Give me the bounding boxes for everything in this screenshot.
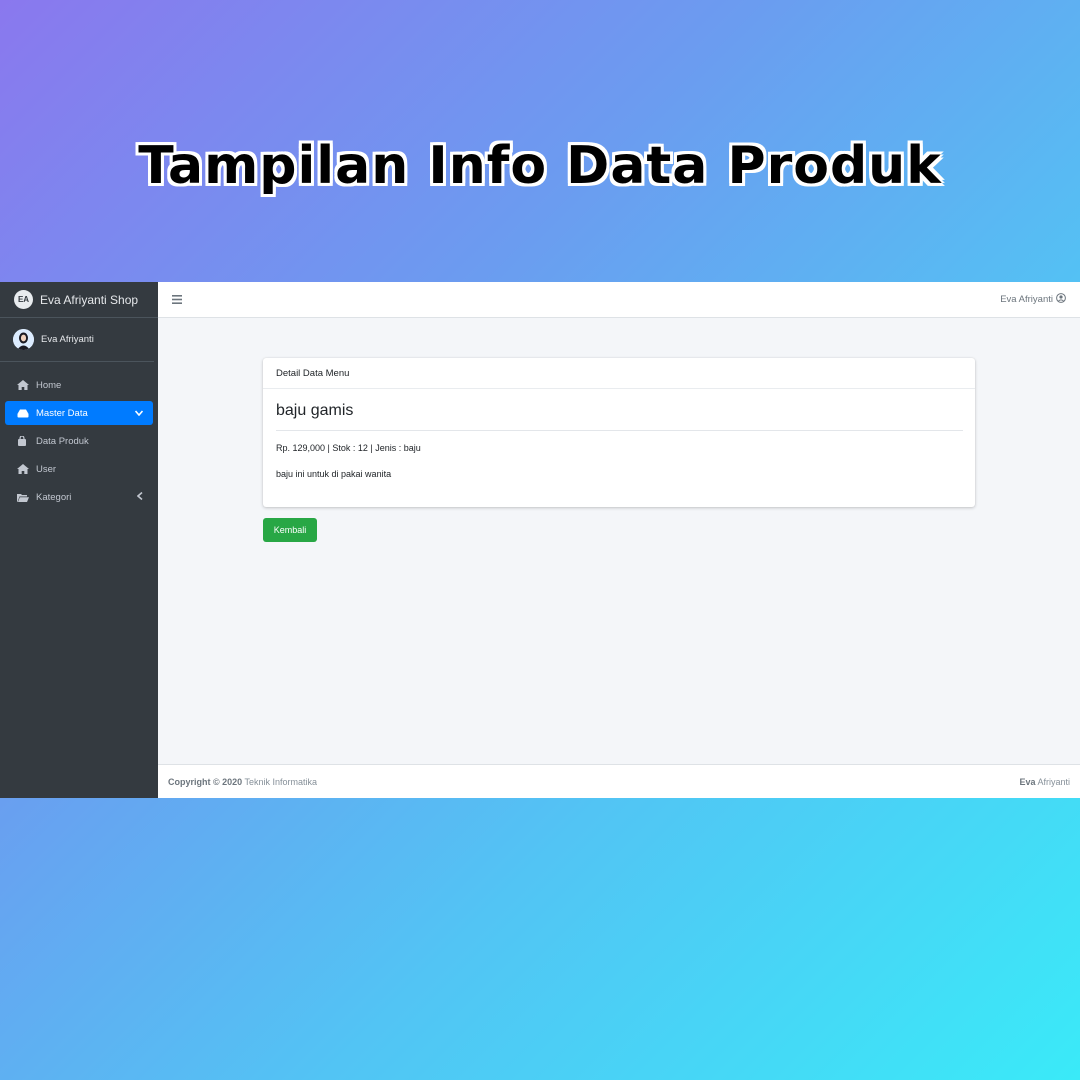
sidebar-user-name: Eva Afriyanti	[41, 334, 94, 345]
back-button[interactable]: Kembali	[263, 518, 317, 542]
footer-author-text: Afriyanti	[1037, 776, 1070, 787]
chevron-left-icon	[136, 491, 143, 502]
footer-author-bold: Eva	[1019, 776, 1036, 787]
footer-author: Eva Afriyanti	[1019, 777, 1070, 787]
folder-open-icon	[17, 493, 30, 502]
card-body: baju gamis Rp. 129,000 | Stok : 12 | Jen…	[263, 402, 975, 479]
product-detail-card: Detail Data Menu baju gamis Rp. 129,000 …	[263, 358, 975, 507]
sidebar-item-kategori[interactable]: Kategori	[5, 485, 153, 509]
chevron-down-icon	[134, 408, 144, 418]
card-title: Detail Data Menu	[263, 358, 975, 389]
product-meta: Rp. 129,000 | Stok : 12 | Jenis : baju	[276, 443, 421, 453]
sidebar: EA Eva Afriyanti Shop Eva Afriyanti Home	[0, 282, 158, 798]
banner-title: Tampilan Info Data Produk	[138, 136, 942, 196]
footer: Copyright © 2020 Teknik Informatika Eva …	[158, 764, 1080, 798]
product-description: baju ini untuk di pakai wanita	[276, 469, 392, 479]
sidebar-nav: Home Master Data Data Produk User Katego…	[0, 362, 158, 509]
sidebar-item-label: Home	[36, 379, 62, 391]
product-name: baju gamis	[276, 402, 963, 431]
sidebar-item-data-produk[interactable]: Data Produk	[5, 429, 153, 453]
database-icon	[17, 409, 30, 418]
footer-copyright-text: Copyright © 2020	[168, 776, 243, 787]
app-window: EA Eva Afriyanti Shop Eva Afriyanti Home	[0, 282, 1080, 798]
sidebar-item-label: Master Data	[36, 407, 88, 419]
home-icon	[17, 380, 30, 390]
main-area: Eva Afriyanti Detail Data Menu baju gami…	[158, 282, 1080, 798]
brand-link[interactable]: EA Eva Afriyanti Shop	[0, 282, 158, 318]
brand-name: Eva Afriyanti Shop	[40, 292, 139, 307]
content-wrapper: Detail Data Menu baju gamis Rp. 129,000 …	[158, 318, 1080, 764]
top-user-menu[interactable]: Eva Afriyanti	[1000, 293, 1066, 306]
avatar	[13, 329, 34, 350]
sidebar-item-label: Data Produk	[36, 435, 89, 447]
sidebar-item-user[interactable]: User	[5, 457, 153, 481]
user-panel[interactable]: Eva Afriyanti	[0, 318, 154, 362]
sidebar-item-home[interactable]: Home	[5, 373, 153, 397]
footer-copyright: Copyright © 2020 Teknik Informatika	[168, 777, 317, 787]
menu-toggle-icon[interactable]	[172, 293, 182, 307]
user-circle-icon	[1056, 293, 1066, 306]
top-navbar: Eva Afriyanti	[158, 282, 1080, 318]
home-icon	[17, 464, 30, 474]
brand-logo: EA	[14, 290, 33, 309]
sidebar-item-master-data[interactable]: Master Data	[5, 401, 153, 425]
sidebar-item-label: User	[36, 463, 57, 475]
footer-copyright-link[interactable]: Teknik Informatika	[245, 777, 318, 787]
top-user-name: Eva Afriyanti	[1000, 294, 1053, 305]
sidebar-item-label: Kategori	[36, 491, 72, 503]
shopping-bag-icon	[17, 436, 30, 446]
